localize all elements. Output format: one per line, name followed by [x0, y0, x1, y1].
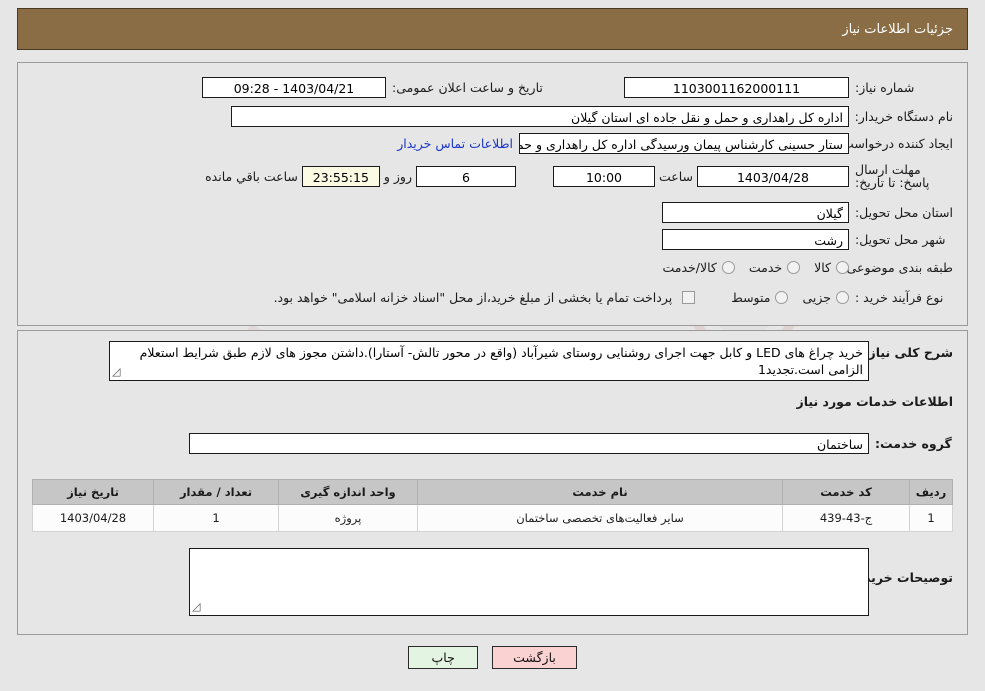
- delivery-city-label: شهر محل تحویل:: [855, 231, 946, 247]
- services-table: ردیف کد خدمت نام خدمت واحد اندازه گیری ت…: [32, 479, 953, 532]
- description-textarea[interactable]: خرید چراغ های LED و کابل جهت اجرای روشنا…: [109, 341, 869, 381]
- deadline-time-label: ساعت: [658, 168, 693, 184]
- radio-process-jozei-label: جزیی: [802, 289, 831, 305]
- service-group-value: ساختمان: [189, 432, 869, 454]
- buyer-org-label: نام دستگاه خریدار:: [854, 108, 953, 124]
- footer-buttons: بازگشت چاپ: [0, 646, 985, 669]
- need-info-panel: شماره نیاز: 1103001162000111 تاریخ و ساع…: [17, 62, 968, 326]
- cell-service-name: سایر فعالیت‌های تخصصی ساختمان: [417, 504, 783, 532]
- cell-row: 1: [909, 504, 953, 532]
- requester-value: ستار حسینی کارشناس پیمان ورسیدگی اداره ک…: [519, 132, 849, 154]
- cell-quantity: 1: [153, 504, 279, 532]
- deadline-time-value: 10:00: [552, 165, 655, 187]
- table-header-row: ردیف کد خدمت نام خدمت واحد اندازه گیری ت…: [32, 479, 953, 505]
- radio-subject-khedmat[interactable]: [787, 260, 801, 274]
- delivery-province-label: استان محل تحویل:: [854, 204, 953, 220]
- islamic-treasury-text: پرداخت تمام یا بخشی از مبلغ خرید،از محل …: [273, 289, 673, 305]
- need-number-label: شماره نیاز:: [855, 79, 915, 95]
- print-button[interactable]: چاپ: [408, 646, 479, 669]
- deadline-days-label: روز و: [383, 168, 412, 184]
- row-buyer-org: نام دستگاه خریدار: اداره کل راهداری و حم…: [32, 104, 953, 128]
- delivery-city-value: رشت: [662, 228, 849, 250]
- radio-process-motevaset[interactable]: [775, 290, 789, 304]
- col-unit: واحد اندازه گیری: [278, 479, 418, 505]
- buyer-comments-label: توصیحات خریدار;: [847, 570, 953, 585]
- buyer-comments-textarea[interactable]: ◺: [189, 548, 869, 616]
- row-requester: ایجاد کننده درخواست: ستار حسینی کارشناس …: [32, 131, 953, 155]
- radio-process-jozei[interactable]: [836, 290, 849, 304]
- row-description: شرح کلی نیاز: خرید چراغ های LED و کابل ج…: [32, 341, 953, 381]
- row-need-number: شماره نیاز: 1103001162000111 تاریخ و ساع…: [32, 75, 953, 99]
- deadline-date-value: 1403/04/28: [697, 165, 849, 187]
- need-number-value: 1103001162000111: [624, 76, 849, 98]
- countdown-label: ساعت باقي مانده: [205, 168, 298, 184]
- services-section-heading: اطلاعات خدمات مورد نیاز: [796, 394, 954, 409]
- row-buyer-comments: توصیحات خریدار; ◺: [32, 548, 953, 616]
- radio-process-motevaset-label: متوسط: [731, 289, 771, 305]
- buyer-contact-link[interactable]: اطلاعات تماس خریدار: [397, 136, 519, 151]
- row-process-type: نوع فرآیند خرید : جزیی متوسط پرداخت تمام…: [32, 285, 953, 309]
- services-table-wrapper: ردیف کد خدمت نام خدمت واحد اندازه گیری ت…: [32, 479, 953, 532]
- radio-subject-khedmat-label: خدمت: [748, 259, 783, 275]
- service-group-label: گروه خدمت:: [875, 435, 952, 451]
- radio-subject-kala-khedmat-label: کالا/خدمت: [662, 259, 717, 275]
- radio-subject-kala-khedmat[interactable]: [721, 260, 735, 274]
- page-root: جزئیات اطلاعات نیاز AriaTender.net شماره…: [0, 0, 985, 691]
- col-service-code: کد خدمت: [782, 479, 910, 505]
- requester-label: ایجاد کننده درخواست:: [837, 135, 953, 151]
- cell-need-date: 1403/04/28: [32, 504, 154, 532]
- cell-unit: پروژه: [278, 504, 418, 532]
- deadline-days-value: 6: [415, 165, 516, 187]
- page-title: جزئیات اطلاعات نیاز: [842, 21, 953, 37]
- col-service-name: نام خدمت: [417, 479, 783, 505]
- subject-class-label: طبقه بندی موضوعی:: [842, 259, 953, 275]
- col-quantity: تعداد / مقدار: [153, 479, 279, 505]
- services-panel: شرح کلی نیاز: خرید چراغ های LED و کابل ج…: [17, 330, 968, 635]
- col-row: ردیف: [909, 479, 953, 505]
- resize-grip-icon-2[interactable]: ◺: [192, 598, 200, 615]
- radio-subject-kala-label: کالا: [814, 259, 831, 275]
- process-type-label: نوع فرآیند خرید :: [855, 289, 944, 305]
- page-header: جزئیات اطلاعات نیاز: [17, 8, 968, 50]
- countdown-value: 23:55:15: [301, 165, 380, 187]
- radio-subject-kala[interactable]: [836, 260, 849, 274]
- back-button[interactable]: بازگشت: [492, 646, 577, 669]
- announce-datetime-value: 1403/04/21 - 09:28: [202, 76, 386, 98]
- buyer-org-value: اداره کل راهداری و حمل و نقل جاده ای است…: [231, 105, 849, 127]
- col-need-date: تاریخ نیاز: [32, 479, 154, 505]
- delivery-province-value: گیلان: [662, 201, 849, 223]
- row-subject-class: طبقه بندی موضوعی: کالا خدمت کالا/خدمت: [32, 255, 953, 279]
- cell-service-code: ج-43-439: [782, 504, 910, 532]
- description-value: خرید چراغ های LED و کابل جهت اجرای روشنا…: [139, 345, 863, 377]
- resize-grip-icon[interactable]: ◺: [112, 363, 120, 380]
- row-service-group: گروه خدمت: ساختمان: [32, 431, 953, 455]
- announce-datetime-label: تاریخ و ساعت اعلان عمومی:: [392, 79, 543, 95]
- checkbox-islamic-treasury[interactable]: [682, 290, 696, 304]
- row-delivery-province: استان محل تحویل: گیلان: [32, 200, 953, 224]
- deadline-label: مهلت ارسال پاسخ: تا تاریخ:: [855, 162, 930, 190]
- description-label: شرح کلی نیاز:: [863, 345, 953, 360]
- row-delivery-city: شهر محل تحویل: رشت: [32, 227, 953, 251]
- table-row[interactable]: 1 ج-43-439 سایر فعالیت‌های تخصصی ساختمان…: [32, 504, 953, 532]
- row-deadline: مهلت ارسال پاسخ: تا تاریخ: 1403/04/28 سا…: [32, 159, 953, 193]
